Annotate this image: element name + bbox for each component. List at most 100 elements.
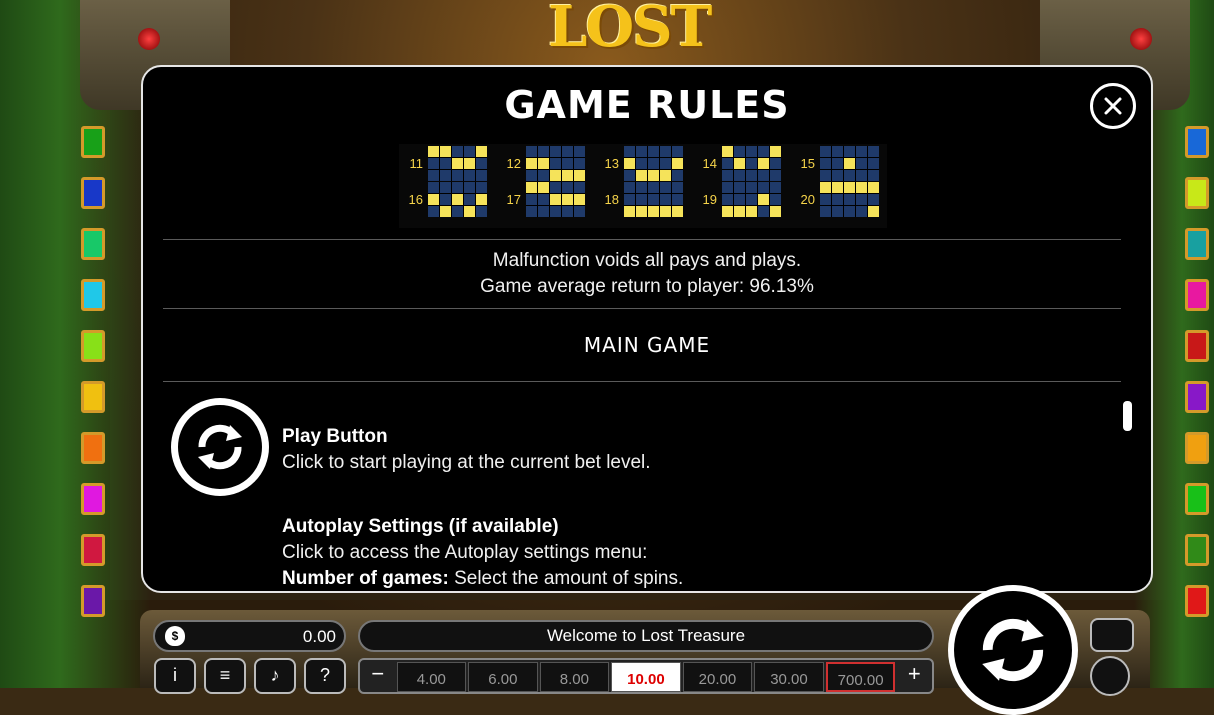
bet-decrease-button[interactable]: − xyxy=(360,660,396,692)
payline-diagram: 11 xyxy=(399,146,487,181)
payline-tab[interactable] xyxy=(1185,126,1209,158)
payline-cell xyxy=(574,146,585,157)
payline-cell xyxy=(770,206,781,217)
payline-grid xyxy=(428,146,487,181)
payline-cell xyxy=(660,206,671,217)
payline-number: 12 xyxy=(506,156,521,171)
payline-cell xyxy=(526,146,537,157)
payline-diagram: 12 xyxy=(497,146,585,181)
payline-cell xyxy=(550,146,561,157)
payline-cell xyxy=(464,158,475,169)
balance-display: $ 0.00 xyxy=(153,620,346,652)
scrollbar-thumb[interactable] xyxy=(1123,401,1132,431)
malfunction-text: Malfunction voids all pays and plays. xyxy=(492,250,802,271)
payline-cell xyxy=(428,170,439,181)
bet-selector: − 4.00 6.00 8.00 10.00 20.00 30.00 700.00 + xyxy=(358,658,934,694)
payline-number: 17 xyxy=(506,192,521,207)
payline-cell xyxy=(464,146,475,157)
payline-cell xyxy=(660,182,671,193)
payline-cell xyxy=(660,158,671,169)
payline-tab[interactable] xyxy=(81,228,105,260)
payline-tab[interactable] xyxy=(81,432,105,464)
payline-cell xyxy=(550,182,561,193)
autoplay-rule: Autoplay Settings (if available) Click t… xyxy=(282,514,683,591)
rtp-text: Game average return to player: 96.13% xyxy=(480,276,814,297)
payline-diagrams: 11 12 13 14 15 16 17 18 19 20 xyxy=(399,144,887,228)
rule-heading: Autoplay Settings (if available) xyxy=(282,516,559,537)
payline-cell xyxy=(476,158,487,169)
payline-cell xyxy=(538,194,549,205)
payline-cell xyxy=(660,146,671,157)
payline-cell xyxy=(734,146,745,157)
payline-tab[interactable] xyxy=(1185,279,1209,311)
payline-tab[interactable] xyxy=(1185,381,1209,413)
autoplay-button[interactable] xyxy=(1090,656,1130,696)
payline-cell xyxy=(476,206,487,217)
payline-tab[interactable] xyxy=(1185,534,1209,566)
payline-cell xyxy=(440,206,451,217)
payline-cell xyxy=(868,158,879,169)
payline-grid xyxy=(526,146,585,181)
payline-cell xyxy=(636,182,647,193)
payline-cell xyxy=(428,194,439,205)
payline-cell xyxy=(746,182,757,193)
payline-cell xyxy=(746,158,757,169)
payline-number: 16 xyxy=(408,192,423,207)
payline-grid xyxy=(820,146,879,181)
payline-diagram: 19 xyxy=(693,182,781,217)
spin-button[interactable] xyxy=(948,585,1078,715)
payline-cell xyxy=(746,206,757,217)
payline-tab[interactable] xyxy=(81,483,105,515)
divider xyxy=(163,239,1121,240)
payline-cell xyxy=(464,194,475,205)
payline-tab[interactable] xyxy=(81,381,105,413)
payline-cell xyxy=(476,194,487,205)
payline-tab[interactable] xyxy=(1185,432,1209,464)
payline-tab[interactable] xyxy=(1185,483,1209,515)
payline-cell xyxy=(428,206,439,217)
payline-tab[interactable] xyxy=(81,279,105,311)
payline-cell xyxy=(722,182,733,193)
payline-number: 18 xyxy=(604,192,619,207)
payline-cell xyxy=(734,158,745,169)
payline-cell xyxy=(476,182,487,193)
close-button[interactable] xyxy=(1090,83,1136,129)
turbo-button[interactable] xyxy=(1090,618,1134,652)
payline-cell xyxy=(746,170,757,181)
sound-button[interactable]: ♪ xyxy=(254,658,296,694)
payline-tab[interactable] xyxy=(81,330,105,362)
payline-cell xyxy=(660,170,671,181)
payline-tab[interactable] xyxy=(1185,228,1209,260)
payline-cell xyxy=(550,170,561,181)
payline-cell xyxy=(636,146,647,157)
payline-number: 13 xyxy=(604,156,619,171)
payline-cell xyxy=(538,170,549,181)
payline-cell xyxy=(464,206,475,217)
rule-text: Click to start playing at the current be… xyxy=(282,452,651,473)
menu-button[interactable]: ≡ xyxy=(204,658,246,694)
info-button[interactable]: i xyxy=(154,658,196,694)
payline-cell xyxy=(672,170,683,181)
payline-cell xyxy=(550,194,561,205)
payline-tab[interactable] xyxy=(81,126,105,158)
help-button[interactable]: ? xyxy=(304,658,346,694)
payline-cell xyxy=(636,158,647,169)
payline-tab[interactable] xyxy=(1185,330,1209,362)
payline-tab[interactable] xyxy=(1185,177,1209,209)
payline-tab[interactable] xyxy=(1185,585,1209,617)
payline-cell xyxy=(844,206,855,217)
payline-grid xyxy=(526,182,585,217)
payline-tab[interactable] xyxy=(81,177,105,209)
payline-cell xyxy=(672,206,683,217)
bet-increase-button[interactable]: + xyxy=(896,660,932,692)
payline-tab[interactable] xyxy=(81,585,105,617)
rule-text: Click to access the Autoplay settings me… xyxy=(282,542,648,563)
payline-cell xyxy=(832,158,843,169)
payline-cell xyxy=(820,158,831,169)
payline-cell xyxy=(452,158,463,169)
rule-text: Number of games: Select the amount of sp… xyxy=(282,566,683,591)
payline-tab[interactable] xyxy=(81,534,105,566)
payline-cell xyxy=(758,158,769,169)
payline-cell xyxy=(648,170,659,181)
payline-cell xyxy=(648,206,659,217)
